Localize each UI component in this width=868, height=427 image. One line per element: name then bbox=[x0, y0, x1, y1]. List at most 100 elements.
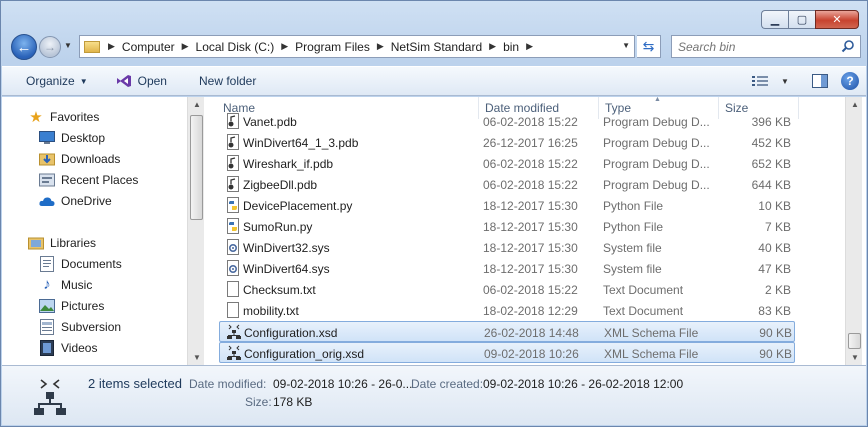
address-bar[interactable]: ▶ Computer ▶ Local Disk (C:) ▶ Program F… bbox=[79, 35, 635, 58]
date-modified-label: Date modified: bbox=[189, 377, 267, 391]
view-options-dropdown[interactable]: ▼ bbox=[780, 71, 790, 91]
scroll-up-icon[interactable]: ▲ bbox=[851, 100, 859, 109]
nav-documents-label: Documents bbox=[61, 256, 122, 271]
address-dropdown-icon[interactable]: ▼ bbox=[622, 41, 630, 50]
breadcrumb-computer[interactable]: Computer bbox=[119, 36, 178, 57]
nav-documents[interactable]: Documents bbox=[39, 253, 122, 274]
scroll-down-icon[interactable]: ▼ bbox=[851, 353, 859, 362]
new-folder-button[interactable]: New folder bbox=[177, 67, 266, 95]
maximize-button[interactable]: ▢ bbox=[788, 10, 815, 29]
file-row[interactable]: Checksum.txt 06-02-2018 15:22 Text Documen… bbox=[205, 279, 795, 300]
scrollbar-thumb[interactable] bbox=[848, 333, 861, 349]
file-row[interactable]: WinDivert64_1_3.pdb 26-12-2017 16:25 Progr… bbox=[205, 132, 795, 153]
star-icon: ★ bbox=[29, 108, 43, 126]
nav-music[interactable]: ♪ Music bbox=[39, 274, 92, 295]
scroll-down-icon[interactable]: ▼ bbox=[193, 353, 201, 362]
arrow-right-icon: → bbox=[44, 40, 56, 54]
nav-onedrive-label: OneDrive bbox=[61, 193, 112, 208]
chevron-right-icon[interactable]: ▶ bbox=[373, 41, 388, 52]
file-row[interactable]: WinDivert64.sys 18-12-2017 15:30 System fi… bbox=[205, 258, 795, 279]
nav-subversion[interactable]: Subversion bbox=[39, 316, 121, 337]
file-type: System file bbox=[603, 240, 662, 255]
breadcrumb-netsim-standard[interactable]: NetSim Standard bbox=[388, 36, 485, 57]
forward-button[interactable]: → bbox=[39, 36, 61, 58]
file-row[interactable]: Configuration_orig.xsd 09-02-2018 10:26 XM… bbox=[219, 342, 795, 363]
recent-pages-button[interactable]: ▼ bbox=[64, 41, 72, 50]
nav-recent-places[interactable]: Recent Places bbox=[39, 169, 138, 190]
file-row[interactable]: ZigbeeDll.pdb 06-02-2018 15:22 Program Deb… bbox=[205, 174, 795, 195]
search-icon[interactable] bbox=[841, 39, 855, 53]
open-button[interactable]: Open bbox=[98, 67, 177, 95]
file-type: Text Document bbox=[603, 303, 684, 318]
scrollbar-thumb[interactable] bbox=[190, 115, 203, 220]
explorer-window: ▁ ▢ ✕ ← → ▼ ▶ Computer ▶ Local Disk (C:)… bbox=[0, 0, 868, 427]
desktop-icon bbox=[39, 130, 55, 146]
file-size: 452 KB bbox=[751, 135, 791, 150]
content-area: ★ Favorites Desktop Downloads Recent Pla… bbox=[2, 97, 866, 365]
folder-icon bbox=[84, 40, 100, 53]
back-button[interactable]: ← bbox=[11, 34, 37, 60]
refresh-button[interactable]: ⇆ bbox=[637, 35, 661, 58]
minimize-button[interactable]: ▁ bbox=[761, 10, 788, 29]
chevron-right-icon[interactable]: ▶ bbox=[178, 41, 193, 52]
breadcrumb-bin[interactable]: bin bbox=[500, 36, 522, 57]
search-input[interactable] bbox=[672, 36, 832, 57]
visual-studio-icon bbox=[116, 75, 131, 87]
file-row[interactable]: Configuration.xsd 26-02-2018 14:48 XML Sch… bbox=[219, 321, 795, 342]
nav-favorites[interactable]: ★ Favorites bbox=[28, 106, 99, 127]
text-file-icon bbox=[225, 302, 241, 318]
chevron-right-icon[interactable]: ▶ bbox=[485, 41, 500, 52]
file-row[interactable]: Wireshark_if.pdb 06-02-2018 15:22 Program … bbox=[205, 153, 795, 174]
chevron-down-icon: ▼ bbox=[79, 76, 88, 86]
chevron-right-icon[interactable]: ▶ bbox=[522, 41, 537, 52]
file-row[interactable]: SumoRun.py 18-12-2017 15:30 Python File 7 K… bbox=[205, 216, 795, 237]
nav-libraries[interactable]: Libraries bbox=[28, 232, 96, 253]
nav-pictures-label: Pictures bbox=[61, 298, 105, 313]
file-type: Program Debug D... bbox=[603, 114, 710, 129]
file-date-modified: 26-02-2018 14:48 bbox=[484, 325, 579, 340]
videos-icon bbox=[39, 339, 55, 356]
nav-music-label: Music bbox=[61, 277, 93, 292]
date-created-label: Date created: bbox=[411, 377, 484, 391]
file-size: 10 KB bbox=[758, 198, 791, 213]
file-row[interactable]: Vanet.pdb 06-02-2018 15:22 Program Debug D… bbox=[205, 111, 795, 132]
python-file-icon bbox=[225, 218, 241, 234]
nav-downloads[interactable]: Downloads bbox=[39, 148, 120, 169]
nav-videos[interactable]: Videos bbox=[39, 337, 97, 358]
date-created-value: 09-02-2018 10:26 - 26-02-2018 12:00 bbox=[483, 377, 684, 391]
nav-desktop[interactable]: Desktop bbox=[39, 127, 105, 148]
close-button[interactable]: ✕ bbox=[815, 10, 859, 29]
file-size: 83 KB bbox=[758, 303, 791, 318]
navigation-pane: ★ Favorites Desktop Downloads Recent Pla… bbox=[2, 97, 187, 365]
preview-pane-icon bbox=[812, 74, 828, 88]
navigation-pane-scrollbar[interactable]: ▲ ▼ bbox=[187, 97, 204, 365]
nav-favorites-label: Favorites bbox=[50, 109, 100, 124]
file-name: SumoRun.py bbox=[243, 219, 313, 234]
chevron-down-icon: ▼ bbox=[781, 76, 789, 86]
chevron-right-icon[interactable]: ▶ bbox=[104, 41, 119, 52]
python-file-icon bbox=[225, 197, 241, 213]
preview-pane-button[interactable] bbox=[810, 71, 830, 91]
file-date-modified: 26-12-2017 16:25 bbox=[483, 135, 578, 150]
breadcrumb-program-files[interactable]: Program Files bbox=[292, 36, 373, 57]
file-row[interactable]: mobility.txt 18-02-2018 12:29 Text Documen… bbox=[205, 300, 795, 321]
music-icon: ♪ bbox=[43, 276, 51, 293]
chevron-right-icon[interactable]: ▶ bbox=[277, 41, 292, 52]
nav-downloads-label: Downloads bbox=[61, 151, 121, 166]
change-view-button[interactable] bbox=[750, 71, 770, 91]
nav-onedrive[interactable]: OneDrive bbox=[39, 190, 112, 211]
file-row[interactable]: WinDivert32.sys 18-12-2017 15:30 System fi… bbox=[205, 237, 795, 258]
scroll-up-icon[interactable]: ▲ bbox=[193, 100, 201, 109]
nav-libraries-label: Libraries bbox=[50, 235, 97, 250]
nav-pictures[interactable]: Pictures bbox=[39, 295, 104, 316]
help-button[interactable]: ? bbox=[840, 71, 860, 91]
help-icon: ? bbox=[841, 72, 859, 90]
file-list-scrollbar[interactable]: ▲ ▼ bbox=[845, 97, 862, 365]
organize-button[interactable]: Organize ▼ bbox=[2, 67, 98, 95]
search-box[interactable] bbox=[671, 35, 861, 58]
open-label: Open bbox=[137, 74, 167, 88]
subversion-icon bbox=[39, 318, 55, 335]
file-row[interactable]: DevicePlacement.py 18-12-2017 15:30 Python… bbox=[205, 195, 795, 216]
file-date-modified: 18-12-2017 15:30 bbox=[483, 261, 578, 276]
breadcrumb-local-disk[interactable]: Local Disk (C:) bbox=[193, 36, 278, 57]
